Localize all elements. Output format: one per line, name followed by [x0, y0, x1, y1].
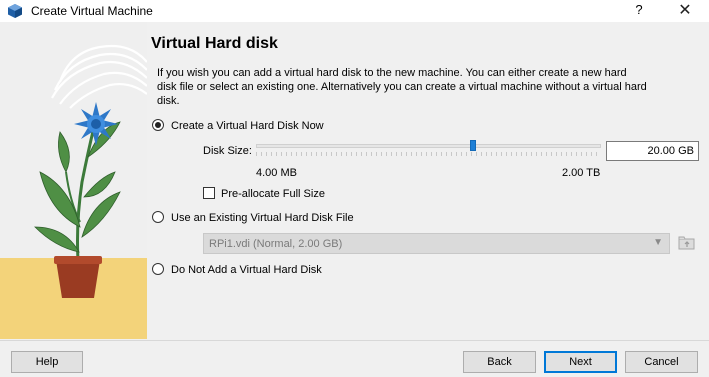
existing-disk-value: RPi1.vdi (Normal, 2.00 GB)	[209, 238, 343, 250]
existing-disk-radio[interactable]	[152, 211, 164, 223]
create-disk-radio[interactable]	[152, 119, 164, 131]
max-size-label: 2.00 TB	[562, 167, 601, 179]
no-disk-radio[interactable]	[152, 263, 164, 275]
page-title: Virtual Hard disk	[151, 35, 278, 52]
preallocate-label[interactable]: Pre-allocate Full Size	[221, 188, 325, 200]
help-title-button[interactable]: ?	[630, 2, 648, 20]
virtualbox-icon	[8, 4, 22, 18]
min-size-label: 4.00 MB	[256, 167, 297, 179]
close-button[interactable]: ✕	[672, 0, 698, 22]
window-title: Create Virtual Machine	[31, 4, 153, 18]
create-disk-label[interactable]: Create a Virtual Hard Disk Now	[171, 120, 324, 132]
help-button[interactable]: Help	[11, 351, 83, 373]
slider-groove	[256, 144, 601, 148]
disk-size-label: Disk Size:	[203, 145, 252, 157]
existing-disk-label[interactable]: Use an Existing Virtual Hard Disk File	[171, 212, 354, 224]
folder-icon[interactable]	[676, 233, 697, 254]
back-button[interactable]: Back	[463, 351, 536, 373]
existing-disk-combo[interactable]: RPi1.vdi (Normal, 2.00 GB) ▼	[203, 233, 670, 254]
chevron-down-icon: ▼	[653, 237, 663, 248]
dialog-client: Virtual Hard disk If you wish you can ad…	[0, 22, 709, 377]
preallocate-checkbox[interactable]	[203, 187, 215, 199]
plant-illustration	[0, 22, 147, 339]
slider-ticks	[256, 152, 601, 156]
disk-size-input[interactable]: 20.00 GB	[606, 141, 699, 161]
disk-size-slider[interactable]	[256, 138, 601, 160]
slider-handle[interactable]	[470, 140, 476, 151]
next-button[interactable]: Next	[544, 351, 617, 373]
no-disk-label[interactable]: Do Not Add a Virtual Hard Disk	[171, 264, 322, 276]
page-description: If you wish you can add a virtual hard d…	[157, 67, 647, 107]
cancel-button[interactable]: Cancel	[625, 351, 698, 373]
title-bar: Create Virtual Machine ? ✕	[0, 0, 709, 22]
button-separator	[0, 340, 709, 341]
